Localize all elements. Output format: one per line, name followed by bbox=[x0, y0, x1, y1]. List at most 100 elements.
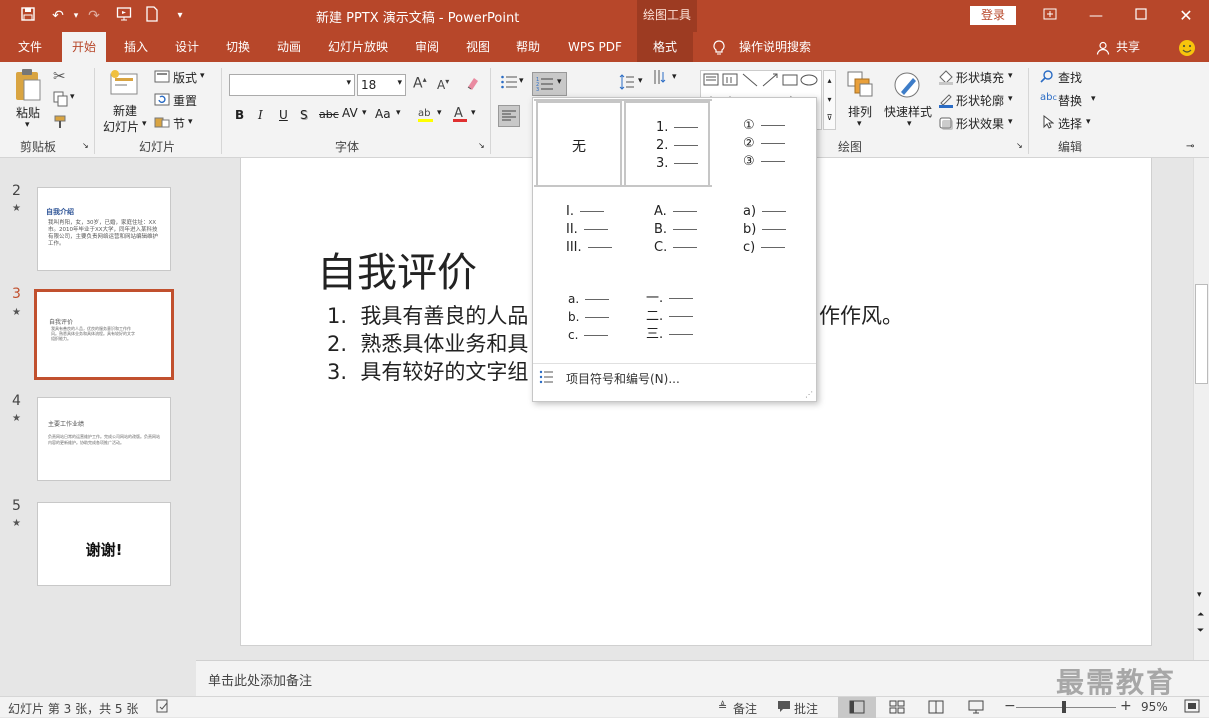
scroll-thumb[interactable] bbox=[1195, 284, 1208, 384]
shape-outline-button[interactable]: 形状轮廓 bbox=[956, 92, 1004, 109]
layout-icon[interactable] bbox=[154, 70, 170, 86]
notes-placeholder[interactable]: 单击此处添加备注 bbox=[208, 670, 312, 689]
numbering-option-upper-alpha[interactable]: A. B. C. bbox=[624, 189, 708, 273]
section-button[interactable]: 节 bbox=[173, 115, 185, 132]
spell-check-icon[interactable] bbox=[156, 699, 170, 716]
paste-dropdown-icon[interactable]: ▾ bbox=[25, 120, 30, 130]
bullets-icon[interactable] bbox=[500, 74, 518, 93]
quick-styles-icon[interactable] bbox=[892, 70, 924, 105]
vertical-scrollbar[interactable]: ▾ ⏶ ⏷ bbox=[1193, 158, 1209, 660]
font-color-dropdown-icon[interactable]: ▾ bbox=[471, 108, 476, 118]
shape-effects-icon[interactable] bbox=[938, 115, 954, 134]
slide-thumbnail-4[interactable]: 主要工作业绩 负责网站日常的运营维护工作。完成公司网站的改版。负责网站内容的更新… bbox=[37, 397, 171, 481]
slide-body[interactable]: 1. 我具有善良的人品 2. 熟悉具体业务和具 3. 具有较好的文字组 bbox=[327, 302, 528, 386]
new-slide-label[interactable]: 新建 bbox=[113, 102, 137, 119]
arrange-icon[interactable] bbox=[846, 70, 876, 103]
quick-styles-button[interactable]: 快速样式 bbox=[884, 103, 932, 120]
text-shadow-button[interactable]: S bbox=[300, 108, 308, 122]
ribbon-display-icon[interactable] bbox=[1040, 6, 1060, 26]
numbering-option-roman[interactable]: I. II. III. bbox=[536, 189, 620, 273]
shape-outline-icon[interactable] bbox=[938, 92, 954, 111]
font-color-icon[interactable]: A bbox=[452, 105, 468, 126]
grow-font-icon[interactable]: A▴ bbox=[413, 75, 427, 92]
bold-button[interactable]: B bbox=[235, 108, 244, 122]
new-slide-icon[interactable] bbox=[108, 68, 140, 99]
login-button[interactable]: 登录 bbox=[970, 6, 1016, 25]
undo-icon[interactable]: ↶ bbox=[48, 6, 68, 26]
numbering-option-chinese[interactable]: 一. 二. 三. bbox=[624, 276, 708, 360]
reset-icon[interactable] bbox=[154, 93, 170, 109]
font-launcher-icon[interactable]: ↘ bbox=[478, 141, 485, 150]
font-name-combo[interactable]: ▾ bbox=[229, 74, 355, 96]
reset-button[interactable]: 重置 bbox=[173, 92, 197, 109]
replace-dropdown-icon[interactable]: ▾ bbox=[1091, 94, 1096, 104]
tab-insert[interactable]: 插入 bbox=[124, 32, 148, 62]
lightbulb-icon[interactable] bbox=[712, 32, 726, 62]
smiley-icon[interactable] bbox=[1178, 32, 1196, 62]
collapse-ribbon-icon[interactable]: ⊸ bbox=[1186, 141, 1194, 152]
numbering-dropdown-icon[interactable]: ▾ bbox=[557, 77, 562, 87]
char-spacing-button[interactable]: AV bbox=[342, 106, 358, 120]
numbering-option-arabic[interactable]: 1. 2. 3. bbox=[624, 101, 710, 187]
section-icon[interactable] bbox=[154, 116, 170, 132]
undo-dropdown-icon[interactable]: ▾ bbox=[66, 6, 86, 26]
slide-thumbnail-5[interactable]: 谢谢! bbox=[37, 502, 171, 586]
strikethrough-button[interactable]: abc bbox=[319, 108, 339, 121]
numbering-button[interactable]: 123 ▾ bbox=[532, 72, 567, 96]
font-size-combo[interactable]: 18 ▾ bbox=[357, 74, 406, 96]
zoom-level[interactable]: 95% bbox=[1141, 700, 1168, 714]
tab-format[interactable]: 格式 bbox=[637, 32, 694, 62]
save-icon[interactable] bbox=[18, 6, 38, 26]
slideshow-view-icon[interactable] bbox=[968, 700, 984, 717]
redo-icon[interactable]: ↷ bbox=[84, 6, 104, 26]
cut-icon[interactable]: ✂ bbox=[53, 67, 66, 85]
shape-effects-dropdown-icon[interactable]: ▾ bbox=[1008, 117, 1013, 127]
quick-styles-dropdown-icon[interactable]: ▾ bbox=[907, 119, 912, 129]
zoom-in-icon[interactable]: + bbox=[1120, 698, 1132, 714]
tab-wps-pdf[interactable]: WPS PDF bbox=[568, 32, 622, 62]
comments-button[interactable]: 批注 bbox=[794, 700, 818, 717]
new-slide-label-2[interactable]: 幻灯片 bbox=[103, 118, 139, 135]
tab-design[interactable]: 设计 bbox=[175, 32, 199, 62]
highlight-icon[interactable]: ab bbox=[417, 105, 435, 126]
text-direction-dropdown-icon[interactable]: ▾ bbox=[672, 72, 677, 82]
slide-thumbnail-3[interactable]: 自我评价 我具有善良的人品，优良的服务意识和工作作风。熟悉具体业务和具体流程。具… bbox=[34, 289, 174, 380]
shapes-gallery-scroll[interactable]: ▴ ▾ ⊽ bbox=[823, 70, 836, 130]
shape-effects-button[interactable]: 形状效果 bbox=[956, 115, 1004, 132]
select-dropdown-icon[interactable]: ▾ bbox=[1086, 117, 1091, 127]
close-icon[interactable]: ✕ bbox=[1176, 6, 1196, 26]
customize-qat-icon[interactable]: ▾ bbox=[170, 6, 190, 26]
zoom-slider-thumb[interactable] bbox=[1062, 701, 1066, 713]
minimize-icon[interactable]: — bbox=[1086, 6, 1106, 26]
arrange-dropdown-icon[interactable]: ▾ bbox=[857, 119, 862, 129]
tell-me-search[interactable]: 操作说明搜索 bbox=[739, 32, 811, 62]
numbering-option-circled[interactable]: ① ② ③ bbox=[713, 101, 797, 185]
new-slide-dropdown-icon[interactable]: ▾ bbox=[142, 119, 147, 129]
tab-animations[interactable]: 动画 bbox=[277, 32, 301, 62]
shape-fill-dropdown-icon[interactable]: ▾ bbox=[1008, 71, 1013, 81]
tab-file[interactable]: 文件 bbox=[18, 32, 42, 62]
slideshow-start-icon[interactable] bbox=[114, 6, 134, 26]
text-direction-icon[interactable] bbox=[652, 68, 670, 89]
align-left-icon[interactable] bbox=[498, 105, 520, 127]
bullets-dropdown-icon[interactable]: ▾ bbox=[519, 76, 524, 86]
replace-button[interactable]: 替换 bbox=[1058, 92, 1082, 109]
maximize-icon[interactable] bbox=[1131, 6, 1151, 26]
normal-view-icon[interactable] bbox=[838, 697, 876, 718]
change-case-button[interactable]: Aa bbox=[375, 107, 391, 121]
bullets-numbering-menu-item[interactable]: 项目符号和编号(N)... bbox=[533, 364, 816, 390]
slide-sorter-icon[interactable] bbox=[889, 700, 905, 717]
tab-help[interactable]: 帮助 bbox=[516, 32, 540, 62]
select-button[interactable]: 选择 bbox=[1058, 115, 1082, 132]
share-button[interactable]: 共享 bbox=[1116, 32, 1140, 62]
user-icon[interactable] bbox=[1096, 32, 1110, 62]
comments-icon[interactable] bbox=[777, 699, 791, 716]
numbering-option-lower-alpha[interactable]: a. b. c. bbox=[536, 276, 620, 360]
font-name-dropdown-icon[interactable]: ▾ bbox=[346, 78, 351, 88]
clear-formatting-icon[interactable] bbox=[465, 75, 481, 94]
format-painter-icon[interactable] bbox=[53, 114, 69, 133]
zoom-slider[interactable] bbox=[1016, 707, 1116, 708]
highlight-dropdown-icon[interactable]: ▾ bbox=[437, 108, 442, 118]
drawing-launcher-icon[interactable]: ↘ bbox=[1016, 141, 1023, 150]
prev-slide-icon[interactable]: ⏶ bbox=[1197, 610, 1204, 620]
